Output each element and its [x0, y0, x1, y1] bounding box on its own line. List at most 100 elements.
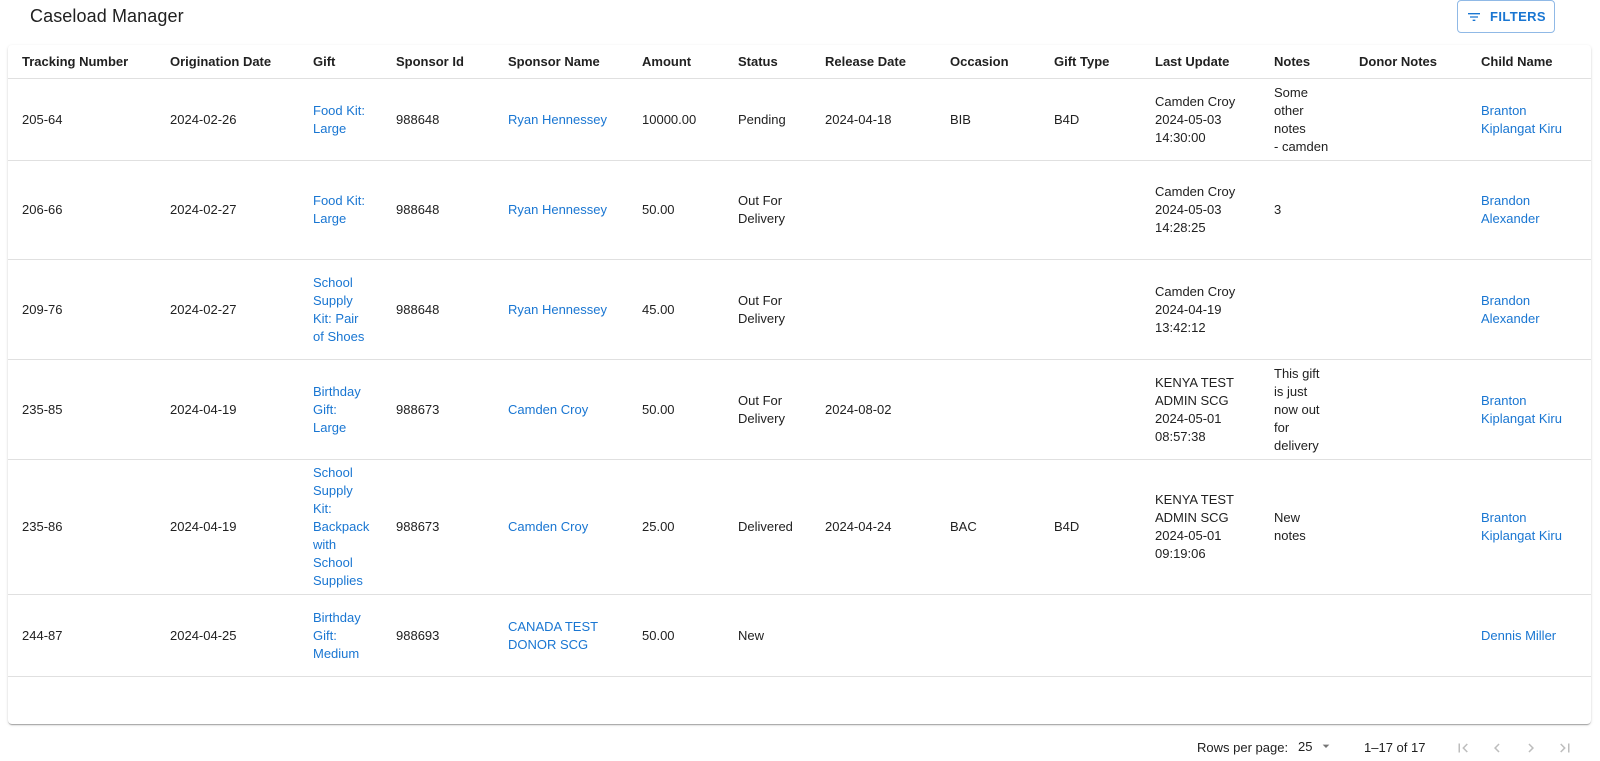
first-page-button[interactable]	[1452, 737, 1474, 759]
cell-occasion: BAC	[950, 460, 1046, 594]
column-header-donor-notes[interactable]: Donor Notes	[1359, 45, 1473, 78]
filters-button[interactable]: FILTERS	[1457, 0, 1555, 33]
cell-release-date: 2024-08-02	[825, 360, 942, 459]
child-name-link[interactable]: Branton Kiplangat Kiru	[1481, 102, 1562, 138]
cell-amount: 25.00	[642, 460, 730, 594]
column-header-notes[interactable]: Notes	[1274, 45, 1351, 78]
cell-sponsor-name: Camden Croy	[508, 360, 634, 459]
release-date-text: 2024-04-18	[825, 111, 892, 127]
last-update-text: Camden Croy 2024-05-03 14:30:00	[1155, 93, 1236, 145]
sponsor-id-text: 988673	[396, 401, 440, 417]
cell-gift: Food Kit: Large	[313, 161, 389, 259]
gift-link[interactable]: School Supply Kit: Backpack with School …	[313, 464, 369, 590]
sponsor-name-link[interactable]: Camden Croy	[508, 518, 588, 536]
cell-release-date	[825, 595, 942, 676]
amount-text: 25.00	[642, 519, 675, 534]
rows-per-page-select[interactable]: 25	[1298, 738, 1334, 754]
arrow-drop-down-icon	[1323, 744, 1330, 748]
table-row[interactable]: 244-87 2024-04-25 Birthday Gift: Medium 988…	[8, 595, 1591, 677]
child-name-link[interactable]: Dennis Miller	[1481, 627, 1556, 645]
status-text: Pending	[738, 111, 786, 127]
sponsor-name-link[interactable]: Ryan Hennessey	[508, 201, 607, 219]
child-name-link[interactable]: Branton Kiplangat Kiru	[1481, 509, 1562, 545]
column-header-tracking-number[interactable]: Tracking Number	[22, 45, 162, 78]
cell-release-date	[825, 161, 942, 259]
filter-list-icon	[1468, 12, 1480, 21]
child-name-link[interactable]: Brandon Alexander	[1481, 292, 1540, 328]
gift-link[interactable]: Food Kit: Large	[313, 102, 365, 138]
column-header-gift-type[interactable]: Gift Type	[1054, 45, 1147, 78]
status-text: Out For Delivery	[738, 392, 785, 426]
occasion-text: BAC	[950, 519, 977, 534]
column-header-sponsor-name[interactable]: Sponsor Name	[508, 45, 634, 78]
last-update-text: Camden Croy 2024-05-03 14:28:25	[1155, 184, 1236, 235]
table-pagination: Rows per page: 25 1–17 of 17	[0, 735, 1600, 761]
column-header-status[interactable]: Status	[738, 45, 818, 78]
origination-date-text: 2024-04-19	[170, 519, 237, 534]
column-header-gift[interactable]: Gift	[313, 45, 389, 78]
last-page-button[interactable]	[1554, 737, 1576, 759]
tracking-number-text: 244-87	[22, 627, 63, 643]
column-header-release-date[interactable]: Release Date	[825, 45, 942, 78]
last-update-text: Camden Croy 2024-04-19 13:42:12	[1155, 283, 1236, 335]
cell-donor-notes	[1359, 360, 1473, 459]
sponsor-id-text: 988648	[396, 301, 440, 317]
column-header-amount[interactable]: Amount	[642, 45, 730, 78]
cell-gift: Birthday Gift: Large	[313, 360, 389, 459]
table-row[interactable]: 209-76 2024-02-27 School Supply Kit: Pair …	[8, 260, 1591, 360]
cell-child-name: Brandon Alexander	[1481, 260, 1591, 359]
status-text: Out For Delivery	[738, 292, 785, 326]
cell-tracking-number: 235-85	[22, 360, 162, 459]
child-name-link[interactable]: Branton Kiplangat Kiru	[1481, 392, 1562, 428]
cell-release-date: 2024-04-24	[825, 460, 942, 594]
table-row[interactable]: 205-64 2024-02-26 Food Kit: Large 988648 Rya…	[8, 79, 1591, 161]
table-row[interactable]: 235-85 2024-04-19 Birthday Gift: Large 9886…	[8, 360, 1591, 460]
amount-text: 50.00	[642, 627, 675, 643]
gift-link[interactable]: Birthday Gift: Medium	[313, 609, 361, 663]
cell-gift-type	[1054, 595, 1147, 676]
filters-button-label: FILTERS	[1490, 9, 1546, 24]
cell-origination-date: 2024-02-27	[170, 161, 305, 259]
next-page-button[interactable]	[1520, 737, 1542, 759]
column-header-last-update[interactable]: Last Update	[1155, 45, 1267, 78]
release-date-text: 2024-04-24	[825, 519, 892, 534]
cell-sponsor-id: 988648	[396, 161, 500, 259]
child-name-link[interactable]: Brandon Alexander	[1481, 192, 1540, 228]
cell-last-update: Camden Croy 2024-05-03 14:28:25	[1155, 161, 1267, 259]
table-row[interactable]: 206-66 2024-02-27 Food Kit: Large 988648 Rya…	[8, 161, 1591, 260]
sponsor-name-link[interactable]: Ryan Hennessey	[508, 301, 607, 319]
cell-amount: 50.00	[642, 161, 730, 259]
column-header-sponsor-id[interactable]: Sponsor Id	[396, 45, 500, 78]
cell-notes	[1274, 260, 1351, 359]
sponsor-name-link[interactable]: Camden Croy	[508, 401, 588, 419]
column-header-occasion[interactable]: Occasion	[950, 45, 1046, 78]
sponsor-name-link[interactable]: Ryan Hennessey	[508, 111, 607, 129]
last-update-text: KENYA TEST ADMIN SCG 2024-05-01 09:19:06	[1155, 492, 1234, 561]
origination-date-text: 2024-02-27	[170, 301, 237, 317]
cell-sponsor-name: Ryan Hennessey	[508, 260, 634, 359]
cell-sponsor-id: 988673	[396, 460, 500, 594]
table-row[interactable]: 235-86 2024-04-19 School Supply Kit: Backp…	[8, 460, 1591, 595]
column-header-child-name[interactable]: Child Name	[1481, 45, 1591, 78]
column-header-origination-date[interactable]: Origination Date	[170, 45, 305, 78]
cell-tracking-number: 209-76	[22, 260, 162, 359]
cell-last-update	[1155, 595, 1267, 676]
cell-child-name: Dennis Miller	[1481, 595, 1591, 676]
cell-release-date: 2024-04-18	[825, 79, 942, 160]
gift-type-text: B4D	[1054, 519, 1080, 534]
last-page-icon	[1560, 743, 1570, 753]
sponsor-name-link[interactable]: CANADA TEST DONOR SCG	[508, 618, 598, 654]
cell-donor-notes	[1359, 460, 1473, 594]
gift-link[interactable]: Food Kit: Large	[313, 192, 365, 228]
amount-text: 45.00	[642, 301, 675, 317]
origination-date-text: 2024-02-27	[170, 202, 237, 217]
previous-page-button[interactable]	[1486, 737, 1508, 759]
cell-child-name: Brandon Alexander	[1481, 161, 1591, 259]
cell-gift: Birthday Gift: Medium	[313, 595, 389, 676]
cell-occasion	[950, 360, 1046, 459]
gift-link[interactable]: Birthday Gift: Large	[313, 383, 361, 437]
cell-last-update: KENYA TEST ADMIN SCG 2024-05-01 09:19:06	[1155, 460, 1267, 594]
gift-type-text: B4D	[1054, 111, 1080, 127]
cell-gift-type: B4D	[1054, 460, 1147, 594]
gift-link[interactable]: School Supply Kit: Pair of Shoes	[313, 274, 364, 346]
